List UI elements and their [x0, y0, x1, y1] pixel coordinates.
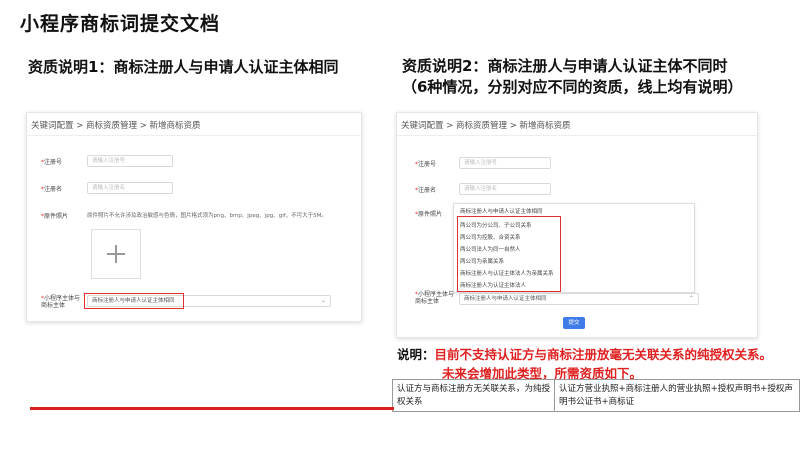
relation-highlight: [84, 293, 184, 309]
relation-select[interactable]: 商标注册人与申请人认证主体相同 ⌃: [459, 293, 699, 305]
reg-no-label: *注册号: [41, 159, 63, 166]
relation-label: *小程序主体与 商标主体: [41, 295, 81, 309]
plus-icon: [107, 245, 125, 263]
reg-name-label: *注册名: [41, 186, 63, 193]
photo-label: *原件照片: [415, 211, 443, 218]
breadcrumb[interactable]: 关键词配置 > 商标资质管理 > 新增商标资质: [401, 119, 571, 131]
photo-hint: 原件照片不允许涉及政治敏感与色情，图片格式须为png、bmp、jpeg、jpg、…: [87, 213, 327, 219]
reg-name-label: *注册名: [415, 187, 437, 194]
reg-no-input[interactable]: 请输入注册号: [87, 155, 173, 167]
right-heading: 资质说明2：商标注册人与申请人认证主体不同时 （6种情况，分别对应不同的资质，线…: [402, 56, 742, 98]
requirements-table: 认证方与商标注册方无关联关系，为纯授权关系 认证方营业执照+商标注册人的营业执照…: [392, 379, 800, 412]
chevron-up-icon: ⌃: [688, 295, 694, 302]
slide-title: 小程序商标词提交文档: [20, 13, 221, 35]
chevron-down-icon: ⌄: [320, 297, 326, 304]
photo-label: *原件照片: [41, 213, 69, 220]
table-cell-case: 认证方与商标注册方无关联关系，为纯授权关系: [393, 380, 555, 411]
reg-no-label: *注册号: [415, 161, 437, 168]
right-heading-line1: 资质说明2：商标注册人与申请人认证主体不同时: [402, 57, 728, 75]
reg-name-input[interactable]: 请输入注册名: [459, 183, 551, 195]
note: 说明：目前不支持认证方与商标注册放毫无关联关系的纯授权关系。: [397, 346, 772, 363]
left-heading: 资质说明1：商标注册人与申请人认证主体相同: [28, 58, 339, 76]
upload-box[interactable]: [91, 229, 141, 279]
right-form-panel: 关键词配置 > 商标资质管理 > 新增商标资质 *注册号 请输入注册号 *注册名…: [396, 112, 758, 338]
relation-dropdown: 商标注册人与申请人认证主体相同 两公司为分公司、子公司关系 两公司为控股、合资关…: [453, 203, 695, 293]
left-form-panel: 关键词配置 > 商标资质管理 > 新增商标资质 *注册号 请输入注册号 *注册名…: [26, 112, 362, 322]
reg-name-input[interactable]: 请输入注册名: [87, 182, 173, 194]
breadcrumb-divider: [27, 135, 361, 136]
breadcrumb-divider: [397, 135, 757, 136]
relation-select-value: 商标注册人与申请人认证主体相同: [464, 296, 547, 302]
red-rule: [30, 407, 394, 410]
options-highlight: [457, 216, 561, 292]
table-cell-docs: 认证方营业执照+商标注册人的营业执照+授权声明书+授权声明书公证书+商标证: [559, 384, 793, 407]
note-line1: 目前不支持认证方与商标注册放毫无关联关系的纯授权关系。: [434, 347, 773, 362]
right-heading-line2: （6种情况，分别对应不同的资质，线上均有说明）: [402, 78, 743, 96]
dropdown-option[interactable]: 商标注册人与申请人认证主体相同: [460, 207, 543, 215]
submit-button[interactable]: 提交: [563, 317, 585, 329]
relation-label: *小程序主体与 商标主体: [415, 291, 455, 305]
note-label: 说明：: [397, 347, 435, 362]
breadcrumb[interactable]: 关键词配置 > 商标资质管理 > 新增商标资质: [31, 119, 201, 131]
reg-no-input[interactable]: 请输入注册号: [459, 157, 551, 169]
